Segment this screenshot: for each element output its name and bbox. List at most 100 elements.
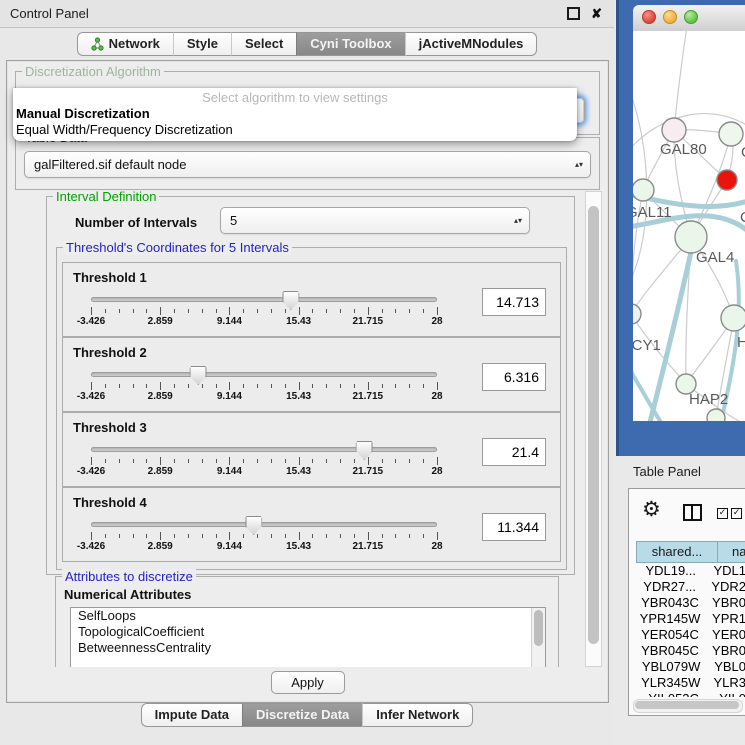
table-row[interactable]: YBR045CYBR0 [636, 643, 745, 659]
slider-tick [423, 459, 424, 463]
slider-tick [174, 309, 175, 313]
minimize-traffic-icon[interactable] [663, 10, 677, 24]
network-node[interactable] [719, 122, 743, 146]
network-node[interactable] [633, 304, 641, 324]
slider-tick [382, 459, 383, 463]
dropdown-option-equal-width[interactable]: Equal Width/Frequency Discretization [16, 122, 233, 137]
slider-tick [146, 534, 147, 538]
zoom-traffic-icon[interactable] [684, 10, 698, 24]
slider-tick [368, 382, 369, 390]
scrollbar-thumb[interactable] [635, 701, 739, 709]
control-panel-titlebar: Control Panel ✘ [0, 0, 614, 28]
table-cell[interactable]: YIL052C [636, 691, 711, 697]
num-intervals-select[interactable]: 5 ▴▾ [220, 207, 530, 234]
horizontal-scrollbar[interactable] [633, 699, 743, 713]
tick-label: 28 [431, 541, 442, 552]
table-cell[interactable]: YBL0 [706, 659, 745, 675]
apply-button[interactable]: Apply [271, 671, 345, 694]
threshold-value-field[interactable] [482, 513, 546, 541]
threshold-value-field[interactable] [482, 363, 546, 391]
table-row[interactable]: YBR043CYBR0 [636, 595, 745, 611]
tab-label: Network [109, 33, 160, 55]
numerical-attributes-list[interactable]: SelfLoopsTopologicalCoefficientBetweenne… [70, 607, 546, 667]
threshold-slider[interactable]: -3.4262.8599.14415.4321.71528 [91, 444, 437, 482]
table-cell[interactable]: YLR345W [636, 675, 705, 691]
network-node[interactable] [633, 179, 654, 201]
table-cell[interactable]: YER054C [636, 627, 704, 643]
network-node[interactable] [707, 409, 725, 421]
gear-icon[interactable]: ⚙ [642, 499, 661, 521]
table-cell[interactable]: YBR0 [704, 643, 745, 659]
tab-network[interactable]: Network [77, 32, 173, 56]
table-cell[interactable]: YLR3 [705, 675, 745, 691]
column-header-shared-name[interactable]: shared... [636, 541, 718, 563]
tab-select[interactable]: Select [231, 32, 296, 56]
table-cell[interactable]: YDR2 [703, 579, 745, 595]
slider-tick [437, 532, 438, 540]
network-node[interactable] [721, 305, 745, 331]
scrollbar-thumb[interactable] [534, 610, 543, 646]
table-row[interactable]: YLR345WYLR3 [636, 675, 745, 691]
tab-infer-network[interactable]: Infer Network [362, 703, 473, 727]
threshold-slider[interactable]: -3.4262.8599.14415.4321.71528 [91, 519, 437, 557]
table-cell[interactable]: YDR27... [636, 579, 703, 595]
combo-value: 5 [230, 208, 237, 233]
table-row[interactable]: YIL052CYIL0 [636, 691, 745, 697]
scrollbar-thumb[interactable] [588, 206, 599, 644]
tab-discretize-data[interactable]: Discretize Data [242, 703, 362, 727]
list-scrollbar[interactable] [531, 608, 545, 667]
table-cell[interactable]: YDL19... [636, 563, 705, 579]
threshold-slider[interactable]: -3.4262.8599.14415.4321.71528 [91, 369, 437, 407]
threshold-slider[interactable]: -3.4262.8599.14415.4321.71528 [91, 294, 437, 332]
table-cell[interactable]: YPR1 [704, 611, 745, 627]
column-header-name[interactable]: na [718, 541, 745, 563]
tab-jactivemnodules[interactable]: jActiveMNodules [405, 32, 538, 56]
list-item[interactable]: SelfLoops [71, 608, 545, 624]
network-window-titlebar[interactable] [633, 5, 745, 32]
tick-label: 9.144 [217, 391, 242, 402]
checkbox-icon[interactable] [717, 508, 728, 519]
table-row[interactable]: YBL079WYBL0 [636, 659, 745, 675]
table-cell[interactable]: YBL079W [636, 659, 706, 675]
table-row[interactable]: YDR27...YDR2 [636, 579, 745, 595]
table-cell[interactable]: YDL1 [705, 563, 745, 579]
network-node[interactable] [662, 118, 686, 142]
bottom-tab-bar: Impute Data Discretize Data Infer Networ… [0, 703, 614, 727]
table-data-select[interactable]: galFiltered.sif default node ▴▾ [24, 151, 591, 178]
node-label: HAP2 [689, 391, 728, 408]
panel-scrollbar[interactable] [585, 191, 602, 667]
slider-track[interactable] [91, 297, 437, 302]
list-item[interactable]: BetweennessCentrality [71, 640, 545, 656]
table-cell[interactable]: YBR045C [636, 643, 704, 659]
table-cell[interactable]: YIL0 [711, 691, 745, 697]
table-row[interactable]: YDL19...YDL1 [636, 563, 745, 579]
table-row[interactable]: YER054CYER0 [636, 627, 745, 643]
threshold-value-field[interactable] [482, 288, 546, 316]
tick-label: 15.43 [286, 316, 311, 327]
tab-cyni-toolbox[interactable]: Cyni Toolbox [296, 32, 404, 56]
slider-track[interactable] [91, 372, 437, 377]
table-cell[interactable]: YPR145W [636, 611, 704, 627]
slider-track[interactable] [91, 447, 437, 452]
close-traffic-icon[interactable] [642, 10, 656, 24]
slider-tick [229, 307, 230, 315]
network-node[interactable] [717, 170, 737, 190]
slider-track[interactable] [91, 522, 437, 527]
slider-tick [188, 384, 189, 388]
tab-style[interactable]: Style [173, 32, 231, 56]
split-columns-icon[interactable] [683, 504, 702, 521]
slider-tick [91, 382, 92, 390]
tab-impute-data[interactable]: Impute Data [141, 703, 242, 727]
float-window-icon[interactable] [567, 7, 580, 20]
table-cell[interactable]: YBR043C [636, 595, 704, 611]
dropdown-option-manual[interactable]: Manual Discretization [16, 106, 150, 121]
table-cell[interactable]: YER0 [704, 627, 745, 643]
table-row[interactable]: YPR145WYPR1 [636, 611, 745, 627]
network-canvas[interactable]: GAL80GACGAL11GAL4GCY1HHAP2 [633, 31, 745, 421]
close-icon[interactable]: ✘ [591, 0, 602, 27]
checkbox-icon[interactable] [731, 508, 742, 519]
slider-tick [174, 534, 175, 538]
threshold-value-field[interactable] [482, 438, 546, 466]
list-item[interactable]: TopologicalCoefficient [71, 624, 545, 640]
table-cell[interactable]: YBR0 [704, 595, 745, 611]
